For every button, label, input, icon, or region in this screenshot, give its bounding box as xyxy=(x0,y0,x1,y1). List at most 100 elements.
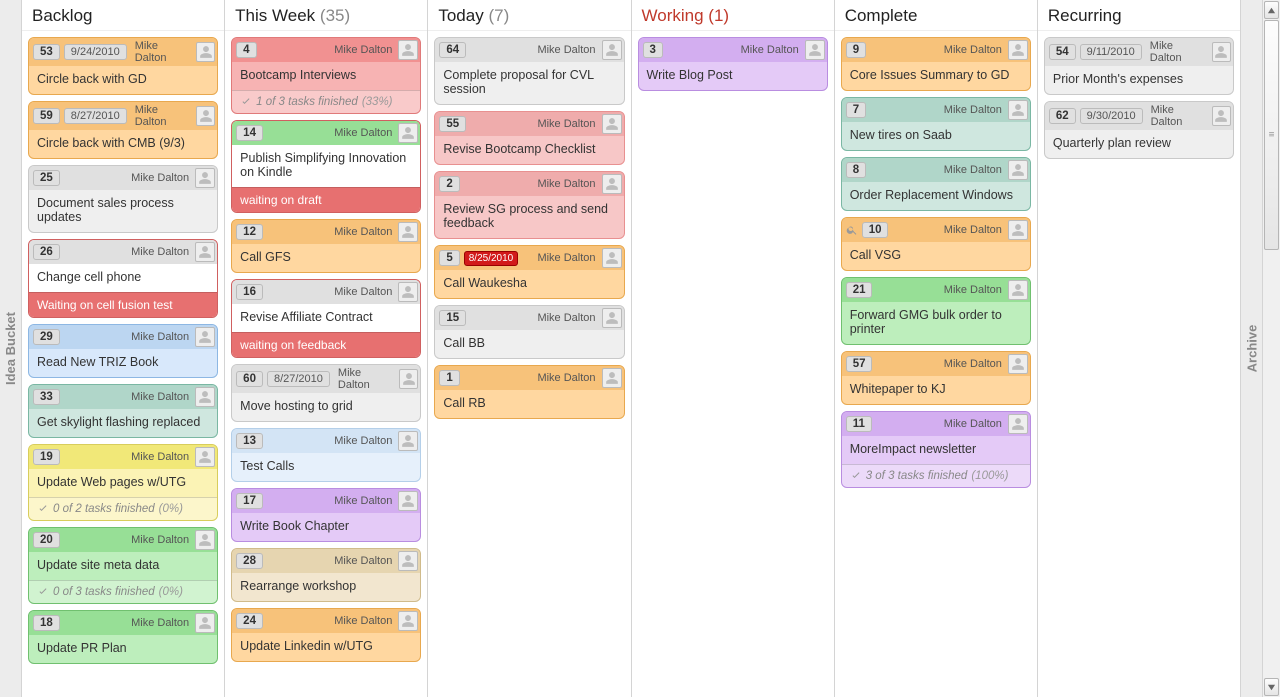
column-body[interactable]: 9Mike DaltonCore Issues Summary to GD 7Mi… xyxy=(835,31,1037,500)
card[interactable]: 608/27/2010Mike DaltonMove hosting to gr… xyxy=(231,364,421,422)
column-title: Today xyxy=(438,6,483,25)
column-header[interactable]: Today (7) xyxy=(428,0,630,31)
card[interactable]: 4Mike DaltonBootcamp Interviews1 of 3 ta… xyxy=(231,37,421,114)
card-number: 54 xyxy=(1049,44,1076,60)
card-waiting-status: waiting on draft xyxy=(232,187,420,212)
card[interactable]: 26Mike DaltonChange cell phoneWaiting on… xyxy=(28,239,218,318)
card[interactable]: 29Mike DaltonRead New TRIZ Book xyxy=(28,324,218,378)
avatar-icon xyxy=(1008,354,1028,374)
card[interactable]: 549/11/2010Mike DaltonPrior Month's expe… xyxy=(1044,37,1234,95)
card[interactable]: 18Mike DaltonUpdate PR Plan xyxy=(28,610,218,664)
column-header[interactable]: Complete xyxy=(835,0,1037,31)
column-body[interactable]: 549/11/2010Mike DaltonPrior Month's expe… xyxy=(1038,31,1240,171)
column-header[interactable]: Backlog xyxy=(22,0,224,31)
column-header[interactable]: Working (1) xyxy=(632,0,834,31)
card-header: 14Mike Dalton xyxy=(232,121,420,145)
column-body[interactable]: 64Mike DaltonComplete proposal for CVL s… xyxy=(428,31,630,431)
card[interactable]: 25Mike DaltonDocument sales process upda… xyxy=(28,165,218,233)
card-number: 57 xyxy=(846,356,873,372)
card-number: 59 xyxy=(33,108,60,124)
avatar-icon xyxy=(398,123,418,143)
card[interactable]: 629/30/2010Mike DaltonQuarterly plan rev… xyxy=(1044,101,1234,159)
card-title: Call GFS xyxy=(232,244,420,272)
vertical-scrollbar[interactable] xyxy=(1262,0,1280,697)
avatar-icon xyxy=(602,174,622,194)
card-title: Read New TRIZ Book xyxy=(29,349,217,377)
card-number: 5 xyxy=(439,250,459,266)
avatar-icon xyxy=(195,530,215,550)
avatar-icon xyxy=(1008,160,1028,180)
card[interactable]: 16Mike DaltonRevise Affiliate Contractwa… xyxy=(231,279,421,358)
scroll-track[interactable] xyxy=(1263,20,1280,677)
column-count: (1) xyxy=(708,6,729,25)
card[interactable]: 21Mike DaltonForward GMG bulk order to p… xyxy=(841,277,1031,345)
avatar-icon xyxy=(398,431,418,451)
scroll-up-button[interactable] xyxy=(1264,1,1279,19)
column-header[interactable]: Recurring xyxy=(1038,0,1240,31)
card[interactable]: 1Mike DaltonCall RB xyxy=(434,365,624,419)
column-header[interactable]: This Week (35) xyxy=(225,0,427,31)
card-title: Review SG process and send feedback xyxy=(435,196,623,238)
card[interactable]: 64Mike DaltonComplete proposal for CVL s… xyxy=(434,37,624,105)
card-subtask-progress: 3 of 3 tasks finished (100%) xyxy=(842,464,1030,487)
card[interactable]: 598/27/2010Mike DaltonCircle back with C… xyxy=(28,101,218,159)
card-assignee: Mike Dalton xyxy=(537,44,595,56)
card[interactable]: 19Mike DaltonUpdate Web pages w/UTG0 of … xyxy=(28,444,218,521)
card-assignee: Mike Dalton xyxy=(334,226,392,238)
card-title: Update Linkedin w/UTG xyxy=(232,633,420,661)
card[interactable]: 58/25/2010Mike DaltonCall Waukesha xyxy=(434,245,624,299)
card[interactable]: 13Mike DaltonTest Calls xyxy=(231,428,421,482)
column-body[interactable]: 539/24/2010Mike DaltonCircle back with G… xyxy=(22,31,224,676)
card[interactable]: 14Mike DaltonPublish Simplifying Innovat… xyxy=(231,120,421,213)
card[interactable]: 15Mike DaltonCall BB xyxy=(434,305,624,359)
card-number: 1 xyxy=(439,370,459,386)
card[interactable]: 9Mike DaltonCore Issues Summary to GD xyxy=(841,37,1031,91)
card-assignee: Mike Dalton xyxy=(131,172,189,184)
card-header: 57Mike Dalton xyxy=(842,352,1030,376)
card[interactable]: 539/24/2010Mike DaltonCircle back with G… xyxy=(28,37,218,95)
card[interactable]: 10Mike DaltonCall VSG xyxy=(841,217,1031,271)
card[interactable]: 20Mike DaltonUpdate site meta data0 of 3… xyxy=(28,527,218,604)
card-header: 25Mike Dalton xyxy=(29,166,217,190)
card[interactable]: 24Mike DaltonUpdate Linkedin w/UTG xyxy=(231,608,421,662)
card[interactable]: 57Mike DaltonWhitepaper to KJ xyxy=(841,351,1031,405)
scroll-thumb[interactable] xyxy=(1264,20,1279,250)
card[interactable]: 3Mike DaltonWrite Blog Post xyxy=(638,37,828,91)
card[interactable]: 33Mike DaltonGet skylight flashing repla… xyxy=(28,384,218,438)
card-header: 16Mike Dalton xyxy=(232,280,420,304)
column-body[interactable]: 4Mike DaltonBootcamp Interviews1 of 3 ta… xyxy=(225,31,427,674)
card[interactable]: 7Mike DaltonNew tires on Saab xyxy=(841,97,1031,151)
card[interactable]: 11Mike DaltonMoreImpact newsletter3 of 3… xyxy=(841,411,1031,488)
card-header: 4Mike Dalton xyxy=(232,38,420,62)
card-header: 7Mike Dalton xyxy=(842,98,1030,122)
column-title: Working xyxy=(642,6,704,25)
avatar-icon xyxy=(195,242,215,262)
card-number: 33 xyxy=(33,389,60,405)
card-header: 28Mike Dalton xyxy=(232,549,420,573)
card[interactable]: 55Mike DaltonRevise Bootcamp Checklist xyxy=(434,111,624,165)
column-body[interactable]: 3Mike DaltonWrite Blog Post xyxy=(632,31,834,103)
card-title: Call Waukesha xyxy=(435,270,623,298)
card-header: 64Mike Dalton xyxy=(435,38,623,62)
column-recurring: Recurring 549/11/2010Mike DaltonPrior Mon… xyxy=(1038,0,1240,697)
scroll-down-button[interactable] xyxy=(1264,678,1279,696)
sidebar-archive[interactable]: Archive xyxy=(1240,0,1262,697)
card-subtask-percent: (33%) xyxy=(362,96,393,108)
card[interactable]: 28Mike DaltonRearrange workshop xyxy=(231,548,421,602)
card-number: 60 xyxy=(236,371,263,387)
card[interactable]: 8Mike DaltonOrder Replacement Windows xyxy=(841,157,1031,211)
avatar-icon xyxy=(399,369,418,389)
card-title: Circle back with GD xyxy=(29,66,217,94)
card-title: Revise Bootcamp Checklist xyxy=(435,136,623,164)
column-count: (7) xyxy=(488,6,509,25)
card-header: 2Mike Dalton xyxy=(435,172,623,196)
card[interactable]: 12Mike DaltonCall GFS xyxy=(231,219,421,273)
sidebar-idea-bucket[interactable]: Idea Bucket xyxy=(0,0,22,697)
avatar-icon xyxy=(805,40,825,60)
card[interactable]: 2Mike DaltonReview SG process and send f… xyxy=(434,171,624,239)
card[interactable]: 17Mike DaltonWrite Book Chapter xyxy=(231,488,421,542)
card-number: 3 xyxy=(643,42,663,58)
card-header: 33Mike Dalton xyxy=(29,385,217,409)
card-waiting-status: waiting on feedback xyxy=(232,332,420,357)
card-number: 14 xyxy=(236,125,263,141)
